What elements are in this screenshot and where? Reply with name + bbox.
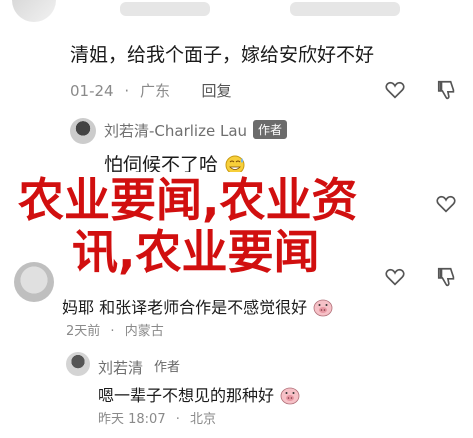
comment-2-location: 内蒙古	[124, 324, 164, 339]
reply-1-name[interactable]: 刘若清-Charlize Lau	[104, 122, 247, 140]
pig-emoji-icon	[313, 299, 333, 317]
reply-2-text: 嗯一辈子不想见的那种好	[98, 386, 275, 405]
pig-emoji-icon-2	[280, 387, 300, 405]
reply-1-author: 刘若清-Charlize Lau 作者	[104, 120, 288, 141]
comment-2-meta: 2天前 · 内蒙古	[66, 324, 164, 339]
overlay-headline-line-2: 讯,农业要闻	[72, 225, 320, 279]
reply-2-line: 嗯一辈子不想见的那种好	[98, 382, 301, 406]
comment-2-avatar[interactable]	[14, 262, 54, 302]
comment-2-time: 2天前	[66, 324, 101, 339]
reply-2-time: 昨天 18:07	[98, 412, 166, 427]
reply-2-author-tag: 作者	[154, 360, 181, 375]
top-avatar-blur	[12, 0, 56, 22]
comment-1-reply-button[interactable]: 回复	[202, 82, 232, 100]
comment-2-heart-icon[interactable]	[385, 268, 405, 286]
reply-2-location: 北京	[190, 412, 217, 427]
comment-1-location: 广东	[139, 82, 170, 100]
reply-2-author: 刘若清 作者	[98, 355, 185, 378]
comment-1-date: 01-24	[70, 82, 114, 100]
comment-1-meta: 01-24 · 广东 回复	[70, 82, 232, 100]
comment-1-thumbs-down-icon[interactable]	[436, 79, 458, 101]
comment-2-text: 妈耶 和张译老师合作是不感觉很好	[62, 298, 308, 317]
comment-2-thumbs-down-icon[interactable]	[436, 266, 458, 288]
comment-1-heart-icon[interactable]	[385, 81, 405, 99]
comment-1-text: 清姐，给我个面子，嫁给安欣好不好	[70, 44, 375, 66]
overlay-headline-line-1: 农业要闻,农业资	[18, 173, 358, 227]
hidden-heart-icon[interactable]	[436, 195, 456, 213]
top-blur-left	[120, 2, 210, 16]
reply-1-avatar[interactable]	[70, 118, 96, 144]
reply-2-meta: 昨天 18:07 · 北京	[98, 412, 217, 427]
reply-2-avatar[interactable]	[66, 352, 90, 376]
top-blur-right	[290, 2, 400, 16]
reply-2-name[interactable]: 刘若清	[98, 359, 143, 377]
reply-1-author-tag: 作者	[253, 120, 288, 139]
comment-2-line: 妈耶 和张译老师合作是不感觉很好	[62, 294, 334, 318]
